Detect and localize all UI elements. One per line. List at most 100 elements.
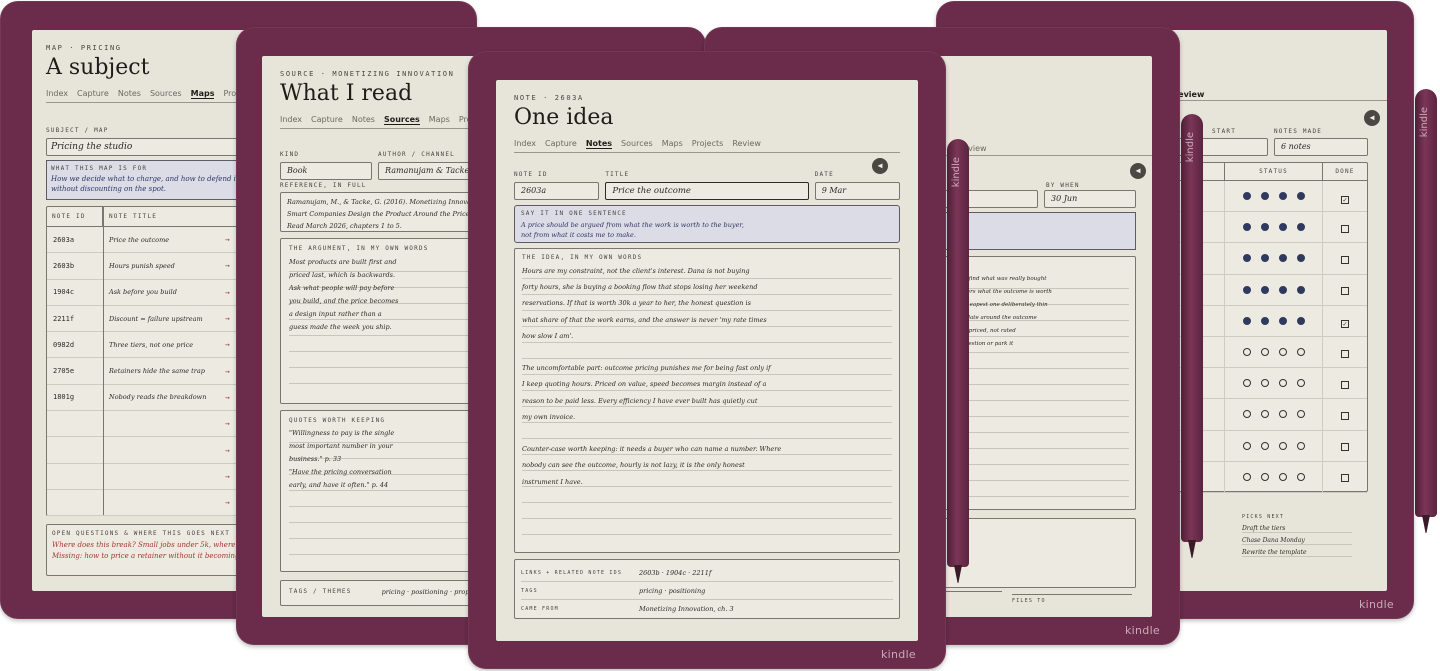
tab-projects[interactable]: Projects	[692, 139, 724, 149]
kind-field[interactable]: Book	[280, 162, 372, 180]
review-row[interactable]: ✓	[1177, 305, 1367, 337]
arrow-right-icon[interactable]: →	[225, 314, 230, 323]
done-checkbox[interactable]	[1341, 349, 1349, 358]
status-dot[interactable]	[1242, 348, 1251, 357]
status-dot[interactable]	[1260, 223, 1269, 232]
came-from-row[interactable]: CAME FROM Monetizing Innovation, ch. 3	[521, 600, 893, 618]
project-notes-box[interactable]	[942, 518, 1136, 588]
status-dot[interactable]	[1296, 254, 1305, 263]
review-row[interactable]	[1177, 243, 1367, 275]
status-dot[interactable]	[1242, 285, 1251, 294]
status-dot[interactable]	[1296, 316, 1305, 325]
arrow-right-icon[interactable]: →	[225, 367, 230, 376]
arrow-right-icon[interactable]: →	[225, 235, 230, 244]
tab-maps[interactable]: Maps	[190, 89, 215, 99]
review-row[interactable]	[1177, 461, 1367, 493]
one-sentence-box[interactable]: SAY IT IN ONE SENTENCE A price should be…	[514, 205, 900, 243]
idea-box[interactable]: THE IDEA, IN MY OWN WORDS Hours are my c…	[514, 248, 900, 553]
status-dot[interactable]	[1242, 223, 1251, 232]
status-dot[interactable]	[1278, 223, 1287, 232]
done-checkbox[interactable]	[1341, 380, 1349, 389]
note-title-field[interactable]: Price the outcome	[605, 182, 809, 200]
status-dot[interactable]	[1278, 348, 1287, 357]
done-checkbox[interactable]	[1341, 411, 1349, 420]
arrow-right-icon[interactable]: →	[225, 419, 230, 428]
status-dot[interactable]	[1296, 472, 1305, 481]
arrow-right-icon[interactable]: →	[225, 261, 230, 270]
project-steps-box[interactable]: ewest, find what was really bought ng ot…	[942, 256, 1136, 510]
review-row[interactable]	[1177, 336, 1367, 369]
tab-notes[interactable]: Notes	[118, 89, 141, 99]
status-dot[interactable]	[1296, 379, 1305, 388]
status-dot[interactable]	[1260, 441, 1269, 450]
notes-made-field[interactable]: 6 notes	[1274, 138, 1368, 156]
review-row[interactable]	[1177, 212, 1367, 244]
status-dot[interactable]	[1278, 472, 1287, 481]
status-dot[interactable]	[1296, 348, 1305, 357]
tab-sources[interactable]: Sources	[150, 89, 182, 99]
review-row[interactable]: ✓	[1177, 181, 1367, 213]
done-checkbox[interactable]: ✓	[1341, 195, 1349, 204]
status-dot[interactable]	[1242, 472, 1251, 481]
done-checkbox[interactable]	[1341, 255, 1349, 264]
done-checkbox[interactable]	[1341, 474, 1349, 483]
tab-sources[interactable]: Sources	[621, 139, 653, 149]
review-row[interactable]	[1177, 430, 1367, 462]
status-dot[interactable]	[1260, 285, 1269, 294]
next-item[interactable]: Draft the tiers	[1242, 525, 1352, 533]
status-dot[interactable]	[1260, 254, 1269, 263]
status-dot[interactable]	[1260, 316, 1269, 325]
tab-capture[interactable]: Capture	[545, 139, 577, 149]
status-dot[interactable]	[1296, 285, 1305, 294]
status-dot[interactable]	[1278, 316, 1287, 325]
tab-review[interactable]: Review	[732, 139, 761, 149]
status-dot[interactable]	[1296, 223, 1305, 232]
tab-index[interactable]: Index	[46, 89, 68, 99]
status-dot[interactable]	[1242, 410, 1251, 419]
done-checkbox[interactable]	[1341, 224, 1349, 233]
tab-sources[interactable]: Sources	[383, 115, 420, 125]
status-dot[interactable]	[1260, 348, 1269, 357]
arrow-right-icon[interactable]: →	[225, 446, 230, 455]
note-date-field[interactable]: 9 Mar	[814, 182, 900, 200]
pen-mode-icon[interactable]: ◀	[872, 158, 888, 174]
status-dot[interactable]	[1296, 192, 1305, 201]
tab-capture[interactable]: Capture	[77, 89, 109, 99]
tab-index[interactable]: Index	[280, 115, 302, 125]
status-dot[interactable]	[1260, 472, 1269, 481]
pen-mode-icon[interactable]: ◀	[1130, 163, 1146, 179]
done-checkbox[interactable]	[1341, 287, 1349, 296]
note-id-field[interactable]: 2603a	[514, 182, 600, 200]
tab-index[interactable]: Index	[514, 139, 536, 149]
status-dot[interactable]	[1278, 192, 1287, 201]
next-item[interactable]: Chase Dana Monday	[1242, 537, 1352, 545]
arrow-right-icon[interactable]: →	[225, 472, 230, 481]
status-dot[interactable]	[1242, 441, 1251, 450]
tab-capture[interactable]: Capture	[311, 115, 343, 125]
review-row[interactable]	[1177, 368, 1367, 400]
tab-maps[interactable]: Maps	[662, 139, 683, 149]
review-row[interactable]	[1177, 274, 1367, 306]
project-summary-box[interactable]	[942, 212, 1136, 250]
status-dot[interactable]	[1296, 410, 1305, 419]
status-dot[interactable]	[1260, 379, 1269, 388]
tab-notes[interactable]: Notes	[352, 115, 375, 125]
tab-maps[interactable]: Maps	[429, 115, 450, 125]
arrow-right-icon[interactable]: →	[225, 393, 230, 402]
status-dot[interactable]	[1296, 441, 1305, 450]
status-dot[interactable]	[1278, 285, 1287, 294]
done-checkbox[interactable]	[1341, 443, 1349, 452]
status-dot[interactable]	[1242, 316, 1251, 325]
tab-notes[interactable]: Notes	[585, 139, 613, 149]
pen-mode-icon[interactable]: ◀	[1364, 110, 1380, 126]
status-dot[interactable]	[1278, 254, 1287, 263]
tags-row[interactable]: TAGS pricing · positioning	[521, 582, 893, 600]
status-dot[interactable]	[1242, 192, 1251, 201]
status-dot[interactable]	[1278, 410, 1287, 419]
status-dot[interactable]	[1278, 379, 1287, 388]
links-row[interactable]: LINKS + RELATED NOTE IDS 2603b · 1904c ·…	[521, 564, 893, 582]
arrow-right-icon[interactable]: →	[225, 288, 230, 297]
arrow-right-icon[interactable]: →	[225, 498, 230, 507]
status-dot[interactable]	[1242, 379, 1251, 388]
status-dot[interactable]	[1242, 254, 1251, 263]
